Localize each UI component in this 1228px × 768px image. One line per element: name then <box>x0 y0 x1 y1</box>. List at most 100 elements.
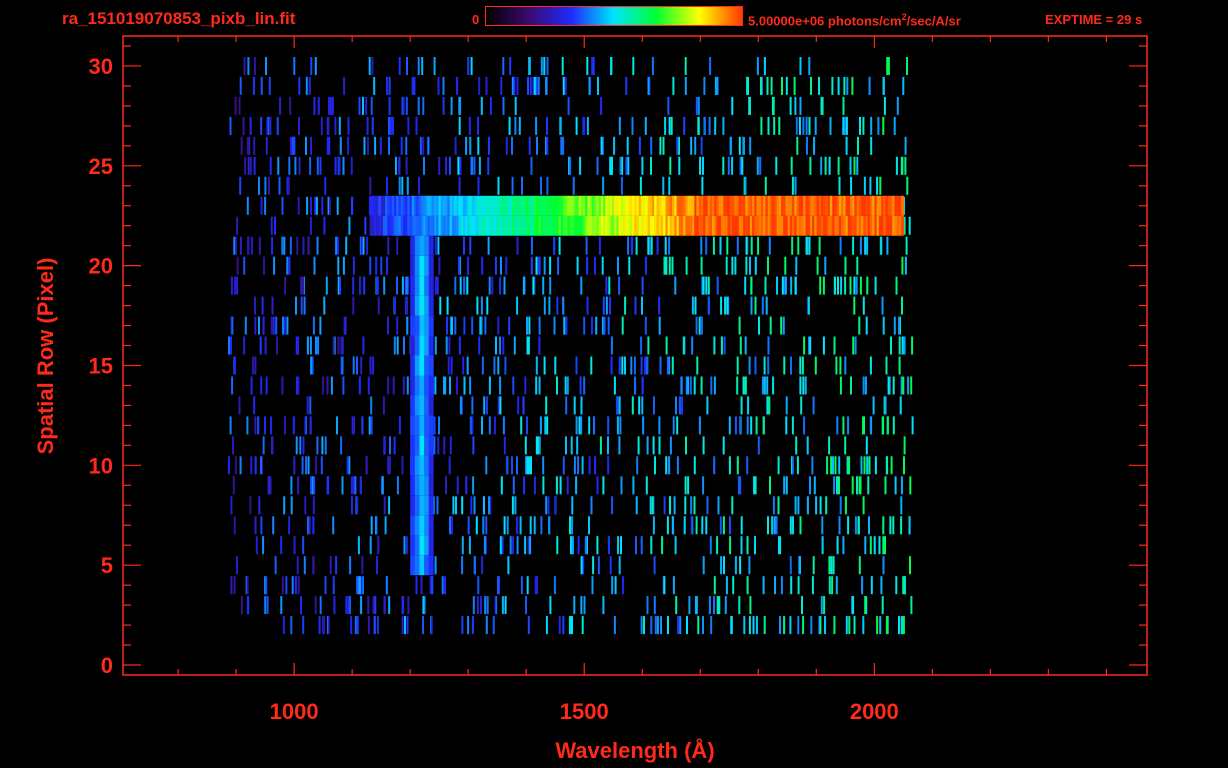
noise-pixel <box>654 616 657 635</box>
noise-pixel <box>708 296 711 315</box>
noise-pixel <box>553 316 556 335</box>
noise-pixel <box>377 536 380 555</box>
noise-pixel <box>321 196 324 215</box>
noise-pixel <box>632 57 635 75</box>
noise-pixel <box>702 616 704 635</box>
noise-pixel <box>359 476 362 495</box>
noise-pixel <box>247 236 250 255</box>
noise-pixel <box>234 276 236 295</box>
noise-pixel <box>403 336 405 355</box>
noise-pixel <box>437 76 440 95</box>
noise-pixel <box>309 396 312 415</box>
noise-pixel <box>289 236 292 255</box>
noise-pixel <box>819 276 822 295</box>
noise-pixel <box>546 416 549 435</box>
noise-pixel <box>839 496 842 515</box>
noise-pixel <box>710 616 713 635</box>
noise-pixel <box>868 76 871 95</box>
noise-pixel <box>477 176 480 195</box>
noise-pixel <box>865 316 868 335</box>
noise-pixel <box>352 296 355 315</box>
noise-pixel <box>738 136 741 155</box>
noise-pixel <box>862 496 865 515</box>
noise-pixel <box>478 336 481 355</box>
noise-pixel <box>250 236 253 255</box>
noise-pixel <box>581 616 584 635</box>
noise-pixel <box>656 236 659 255</box>
line-pixel <box>414 555 420 576</box>
noise-pixel <box>247 596 250 615</box>
noise-pixel <box>893 316 896 335</box>
noise-pixel <box>316 436 319 455</box>
noise-pixel <box>238 96 241 115</box>
noise-pixel <box>562 76 565 95</box>
noise-pixel <box>762 576 765 595</box>
y-tick-label: 30 <box>89 54 113 79</box>
noise-pixel <box>673 496 676 515</box>
noise-pixel <box>262 436 265 455</box>
noise-pixel <box>631 116 634 135</box>
noise-pixel <box>405 536 408 555</box>
line-pixel <box>428 395 434 416</box>
noise-pixel <box>545 76 548 95</box>
noise-pixel <box>780 316 783 335</box>
noise-pixel <box>522 276 525 295</box>
noise-pixel <box>722 156 725 175</box>
noise-pixel <box>826 456 829 475</box>
noise-pixel <box>298 156 301 175</box>
noise-pixel <box>808 116 811 135</box>
noise-pixel <box>372 356 375 375</box>
noise-pixel <box>319 316 322 335</box>
noise-pixel <box>272 516 275 535</box>
noise-pixel <box>249 156 252 175</box>
noise-pixel <box>867 476 870 495</box>
line-pixel <box>414 355 420 376</box>
noise-pixel <box>230 276 233 295</box>
noise-pixel <box>586 116 589 135</box>
noise-pixel <box>227 456 230 475</box>
noise-pixel <box>781 276 784 295</box>
noise-pixel <box>359 276 362 295</box>
noise-pixel <box>638 136 641 155</box>
line-pixel <box>419 435 425 456</box>
noise-pixel <box>583 596 586 615</box>
line-pixel <box>424 295 430 316</box>
noise-pixel <box>772 96 775 115</box>
noise-pixel <box>276 336 278 355</box>
noise-pixel <box>268 76 271 95</box>
noise-pixel <box>610 57 613 75</box>
noise-pixel <box>481 556 484 575</box>
noise-pixel <box>538 336 541 355</box>
noise-pixel <box>526 416 528 435</box>
noise-pixel <box>906 176 909 195</box>
noise-pixel <box>264 416 266 435</box>
noise-pixel <box>366 236 369 255</box>
noise-pixel <box>577 536 580 555</box>
noise-pixel <box>406 57 408 75</box>
noise-pixel <box>310 136 313 155</box>
noise-pixel <box>484 316 487 335</box>
noise-pixel <box>524 376 527 395</box>
noise-pixel <box>739 336 742 355</box>
noise-pixel <box>720 296 723 315</box>
noise-pixel <box>324 436 327 455</box>
noise-pixel <box>863 456 866 475</box>
noise-pixel <box>549 276 552 295</box>
noise-pixel <box>883 96 886 115</box>
noise-pixel <box>814 356 817 375</box>
noise-pixel <box>839 376 842 395</box>
noise-pixel <box>569 156 572 175</box>
line-pixel <box>419 495 425 516</box>
noise-pixel <box>290 476 293 495</box>
noise-pixel <box>573 396 576 415</box>
noise-pixel <box>647 336 650 355</box>
noise-pixel <box>725 576 728 595</box>
noise-pixel <box>478 76 481 95</box>
noise-pixel <box>333 596 336 615</box>
noise-pixel <box>511 136 513 155</box>
noise-pixel <box>819 616 822 635</box>
noise-pixel <box>620 176 623 195</box>
noise-pixel <box>273 256 276 275</box>
noise-pixel <box>659 356 662 375</box>
noise-pixel <box>283 316 286 335</box>
